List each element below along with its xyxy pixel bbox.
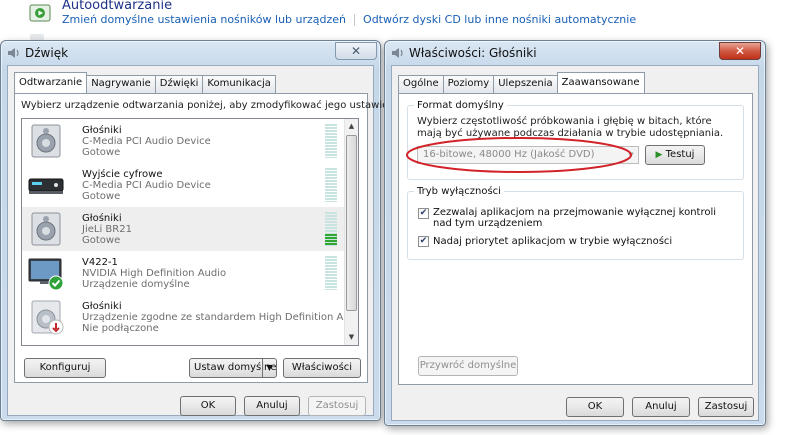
device-item[interactable]: V422-1 NVIDIA High Definition Audio Urzą… [22, 251, 346, 295]
tab-general[interactable]: Ogólne [398, 75, 444, 93]
autoplay-links: Zmień domyślne ustawienia nośników lub u… [62, 13, 636, 26]
volume-meter [325, 256, 337, 290]
scroll-thumb[interactable] [346, 135, 357, 311]
properties-close-button[interactable]: ✕ [719, 42, 761, 60]
speaker-icon [31, 212, 61, 246]
device-name: Głośniki [82, 301, 122, 312]
device-list[interactable]: Głośniki C-Media PCI Audio Device Gotowe… [21, 118, 359, 346]
tab-recording[interactable]: Nagrywanie [86, 75, 156, 93]
device-description: JieLi BR21 [82, 224, 132, 235]
device-description: NVIDIA High Definition Audio [82, 268, 227, 279]
sound-dialog: Dźwięk ✕ Odtwarzanie Nagrywanie Dźwięki … [0, 40, 407, 421]
properties-ok-button[interactable]: OK [566, 397, 624, 417]
device-name: Wyjście cyfrowe [82, 169, 163, 180]
scroll-down-icon[interactable]: ▼ [346, 331, 357, 344]
speaker-icon [31, 124, 61, 158]
restore-defaults-button[interactable]: Przywróć domyślne [418, 356, 518, 376]
properties-tabs: Ogólne Poziomy Ulepszenia Zaawansowane [398, 72, 645, 93]
scroll-up-icon[interactable]: ▲ [346, 120, 357, 133]
tab-enhancements[interactable]: Ulepszenia [493, 75, 558, 93]
properties-titlebar[interactable]: Właściwości: Głośniki ✕ [385, 41, 765, 65]
default-format-legend: Format domyślny [417, 100, 504, 111]
sound-tabs: Odtwarzanie Nagrywanie Dźwięki Komunikac… [14, 72, 276, 93]
tab-levels[interactable]: Poziomy [442, 75, 495, 93]
device-description: Urządzenie zgodne ze standardem High Def… [82, 312, 359, 323]
test-button-label: Testuj [665, 149, 695, 160]
device-status: Nie podłączone [82, 323, 159, 334]
exclusive-priority-label: Nadaj priorytet aplikacjom w trybie wyłą… [433, 236, 673, 247]
properties-body: Ogólne Poziomy Ulepszenia Zaawansowane F… [391, 65, 759, 421]
playback-panel: Wybierz urządzenie odtwarzania poniżej, … [14, 93, 407, 383]
speaker-properties-dialog: Właściwości: Głośniki ✕ Ogólne Poziomy U… [384, 40, 766, 426]
allow-exclusive-label: Zezwalaj aplikacjom na przejmowanie wyłą… [433, 207, 717, 229]
tab-communication[interactable]: Komunikacja [202, 75, 276, 93]
sound-ok-button[interactable]: OK [180, 396, 236, 416]
exclusive-mode-legend: Tryb wyłączności [417, 186, 501, 197]
change-defaults-link[interactable]: Zmień domyślne ustawienia nośników lub u… [62, 13, 346, 26]
device-description: C-Media PCI Audio Device [82, 136, 211, 147]
allow-exclusive-checkbox[interactable]: ✔ [418, 208, 429, 219]
red-highlight-ellipse [406, 137, 632, 173]
sound-dialog-title: Dźwięk [25, 46, 69, 60]
test-button[interactable]: ▶ Testuj [645, 145, 705, 165]
tab-advanced[interactable]: Zaawansowane [556, 72, 645, 93]
volume-meter [325, 124, 337, 158]
device-status: Urządzenie domyślne [82, 279, 190, 290]
dropdown-arrow-icon[interactable]: ▼ [262, 359, 276, 377]
tab-sounds[interactable]: Dźwięki [154, 75, 204, 93]
device-list-scrollbar[interactable]: ▲ ▼ [344, 119, 358, 345]
autoplay-icon [29, 4, 51, 22]
digital-output-icon [28, 178, 64, 194]
autoplay-heading[interactable]: Autoodtwarzanie [62, 0, 172, 13]
device-description: C-Media PCI Audio Device [82, 180, 211, 191]
device-name: Głośniki [82, 125, 122, 136]
properties-button[interactable]: Właściwości [283, 358, 361, 378]
sound-dialog-body: Odtwarzanie Nagrywanie Dźwięki Komunikac… [7, 65, 407, 416]
playback-instruction: Wybierz urządzenie odtwarzania poniżej, … [21, 100, 407, 111]
tab-playback[interactable]: Odtwarzanie [14, 72, 88, 93]
device-item[interactable]: Głośniki JieLi BR21 Gotowe [22, 207, 346, 251]
monitor-default-icon [28, 258, 64, 291]
device-name: V422-1 [82, 257, 118, 268]
speaker-disconnected-icon [31, 300, 64, 335]
device-status: Gotowe [82, 191, 121, 202]
properties-cancel-button[interactable]: Anuluj [632, 397, 690, 417]
sound-dialog-titlebar[interactable]: Dźwięk ✕ [1, 41, 380, 65]
speaker-title-icon [8, 48, 19, 58]
advanced-panel: Format domyślny Wybierz częstotliwość pr… [398, 93, 753, 385]
play-icon: ▶ [655, 150, 663, 160]
volume-meter [325, 168, 337, 202]
sound-cancel-button[interactable]: Anuluj [244, 396, 300, 416]
device-name: Głośniki [82, 213, 122, 224]
properties-title: Właściwości: Głośniki [409, 46, 537, 60]
volume-meter-active [325, 212, 337, 246]
device-status: Gotowe [82, 147, 121, 158]
sound-close-button[interactable]: ✕ [335, 42, 377, 60]
link-separator [354, 14, 356, 26]
device-item[interactable]: Głośniki Urządzenie zgodne ze standardem… [22, 295, 358, 339]
device-status: Gotowe [82, 235, 121, 246]
speaker-title-icon [392, 48, 403, 58]
exclusive-priority-checkbox[interactable]: ✔ [418, 236, 429, 247]
sound-apply-button[interactable]: Zastosuj [308, 396, 366, 416]
configure-button[interactable]: Konfiguruj [24, 358, 106, 378]
properties-apply-button[interactable]: Zastosuj [698, 397, 754, 417]
play-cd-link[interactable]: Odtwórz dyski CD lub inne nośniki automa… [363, 13, 636, 26]
device-item[interactable]: Głośniki C-Media PCI Audio Device Gotowe [22, 119, 346, 163]
device-item[interactable]: Wyjście cyfrowe C-Media PCI Audio Device… [22, 163, 346, 207]
set-default-button[interactable]: Ustaw domyślne ▼ [189, 358, 277, 378]
